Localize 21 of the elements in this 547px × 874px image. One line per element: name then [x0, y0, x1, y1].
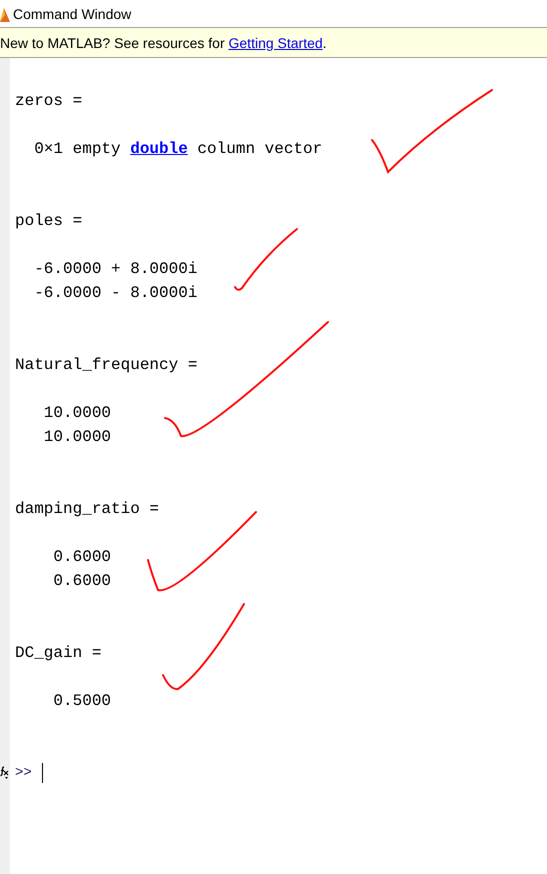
text-cursor: [42, 763, 43, 783]
banner-message: New to MATLAB? See resources for Getting Started.: [0, 34, 327, 50]
double-link[interactable]: double: [130, 140, 188, 158]
output-value: 10.0000: [42, 428, 112, 446]
output-value: 10.0000: [42, 404, 112, 422]
variable-name: damping_ratio =: [15, 500, 160, 518]
command-prompt: >>: [15, 764, 32, 783]
output-value: 0×1 empty double column vector: [33, 140, 322, 158]
logo-icon: [0, 6, 10, 22]
getting-started-link[interactable]: Getting Started: [228, 34, 323, 50]
variable-name: zeros =: [15, 92, 82, 110]
output-value: -6.0000 + 8.0000i: [33, 260, 198, 278]
output-value: 0.6000: [52, 572, 112, 590]
variable-name: DC_gain =: [15, 644, 102, 662]
output-value: 0.6000: [52, 548, 112, 566]
variable-name: poles =: [15, 212, 82, 230]
output-value: -6.0000 - 8.0000i: [33, 284, 198, 302]
output-value: 0.5000: [52, 692, 112, 710]
variable-name: Natural_frequency =: [15, 356, 198, 374]
function-browser-icon[interactable]: [0, 766, 9, 780]
window-title: Command Window: [13, 6, 132, 22]
